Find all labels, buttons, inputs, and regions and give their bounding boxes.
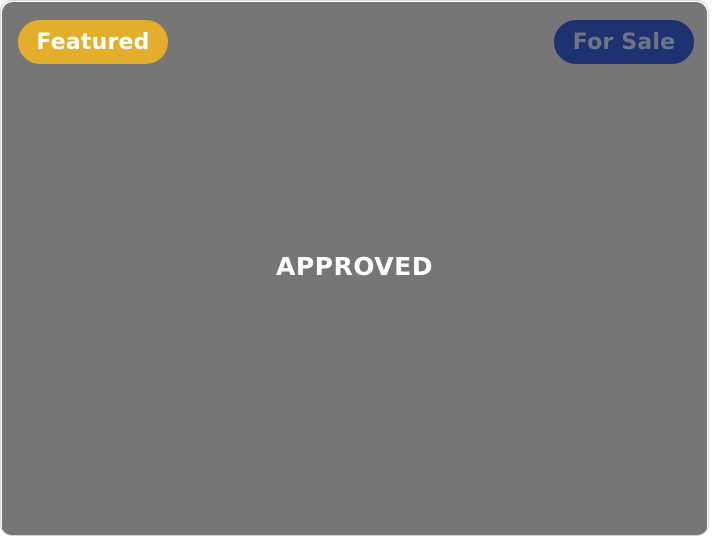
listing-image-placeholder[interactable]: Featured For Sale APPROVED (2, 2, 707, 535)
for-sale-badge: For Sale (554, 20, 694, 64)
approval-status-text: APPROVED (275, 252, 433, 281)
listing-card[interactable]: Featured For Sale APPROVED (0, 0, 709, 536)
featured-badge: Featured (18, 20, 168, 64)
